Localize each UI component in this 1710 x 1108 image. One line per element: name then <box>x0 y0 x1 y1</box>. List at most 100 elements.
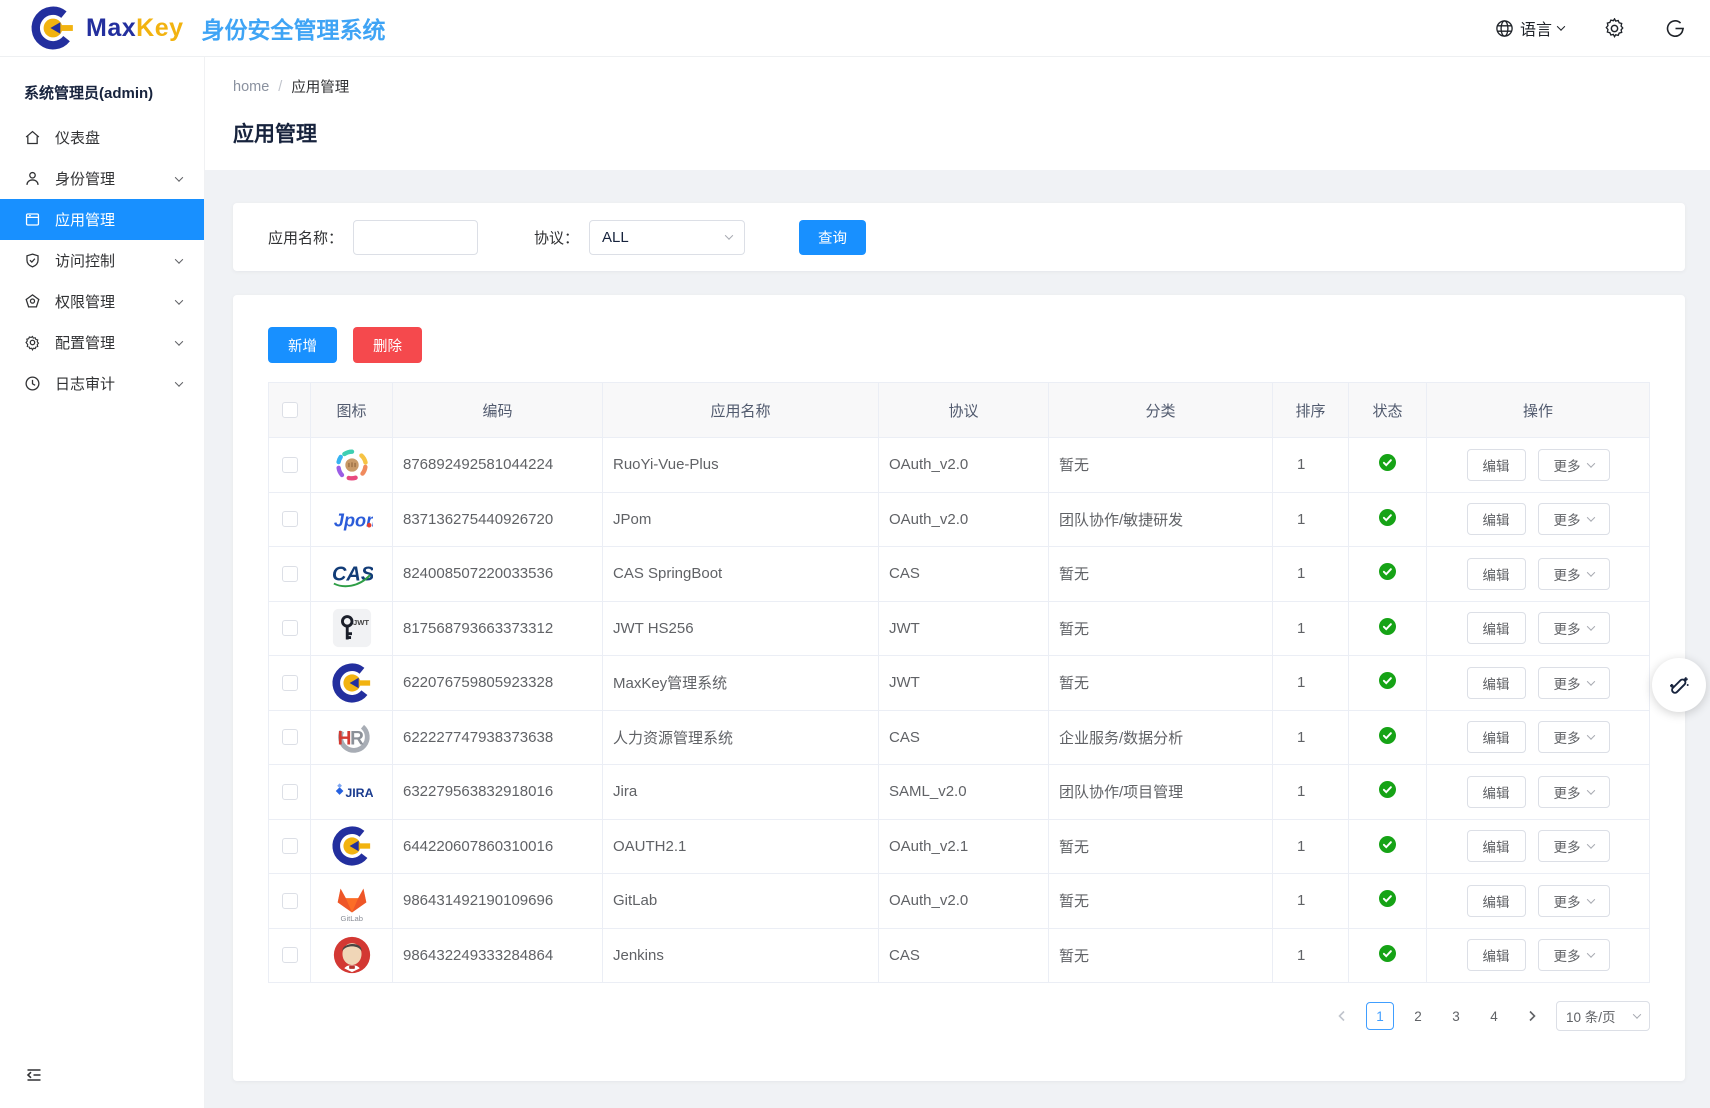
table-header: 图标编码应用名称协议分类排序状态操作 <box>269 383 1649 438</box>
sidebar-item-user[interactable]: 身份管理 <box>0 158 204 199</box>
app-icon-jira: JIRA <box>330 770 374 814</box>
app-category: 团队协作/项目管理 <box>1049 765 1273 819</box>
sidebar-item-badge[interactable]: 权限管理 <box>0 281 204 322</box>
app-code: 986431492190109696 <box>393 874 603 928</box>
page-button-2[interactable]: 2 <box>1404 1002 1432 1030</box>
status-enabled-icon <box>1379 454 1396 475</box>
more-button[interactable]: 更多 <box>1538 667 1610 699</box>
table-row: JIRA632279563832918016JiraSAML_v2.0团队协作/… <box>269 765 1649 820</box>
more-button[interactable]: 更多 <box>1538 939 1610 971</box>
app-name-input[interactable] <box>353 220 478 255</box>
edit-button[interactable]: 编辑 <box>1467 558 1526 590</box>
row-checkbox[interactable] <box>282 784 298 800</box>
row-checkbox[interactable] <box>282 620 298 636</box>
page-button-3[interactable]: 3 <box>1442 1002 1470 1030</box>
app-code: 824008507220033536 <box>393 547 603 601</box>
app-name: MaxKey管理系统 <box>603 656 879 710</box>
row-select-cell <box>269 438 311 492</box>
edit-button[interactable]: 编辑 <box>1467 885 1526 917</box>
app-icon-cell: Jpom <box>311 493 393 547</box>
select-all-checkbox[interactable] <box>282 402 298 418</box>
chevron-down-icon <box>1586 786 1594 794</box>
row-checkbox[interactable] <box>282 457 298 473</box>
settings-button[interactable] <box>1604 18 1625 39</box>
svg-text:JWT: JWT <box>352 618 368 627</box>
top-bar: MaxKey 身份安全管理系统 语言 <box>0 0 1710 57</box>
edit-button[interactable]: 编辑 <box>1467 667 1526 699</box>
magic-wand-button[interactable] <box>1652 658 1706 712</box>
app-code: 837136275440926720 <box>393 493 603 547</box>
row-actions: 编辑更多 <box>1427 820 1649 874</box>
edit-button[interactable]: 编辑 <box>1467 776 1526 808</box>
search-button[interactable]: 查询 <box>799 220 866 255</box>
row-select-cell <box>269 711 311 765</box>
app-sort: 1 <box>1273 820 1349 874</box>
main-area: home / 应用管理 应用管理 应用名称： 协议： ALL 查询 <box>205 57 1710 1108</box>
sidebar-item-gear[interactable]: 配置管理 <box>0 322 204 363</box>
app-code: 622227747938373638 <box>393 711 603 765</box>
edit-button[interactable]: 编辑 <box>1467 503 1526 535</box>
sidebar-item-home[interactable]: 仪表盘 <box>0 117 204 158</box>
edit-button[interactable]: 编辑 <box>1467 939 1526 971</box>
add-button[interactable]: 新增 <box>268 327 337 363</box>
app-category: 暂无 <box>1049 547 1273 601</box>
more-button[interactable]: 更多 <box>1538 612 1610 644</box>
pagination: 1234 10 条/页 <box>268 1001 1650 1031</box>
column-header: 排序 <box>1273 383 1349 437</box>
app-category: 暂无 <box>1049 656 1273 710</box>
edit-button[interactable]: 编辑 <box>1467 830 1526 862</box>
more-button[interactable]: 更多 <box>1538 721 1610 753</box>
protocol-label: 协议： <box>534 227 579 248</box>
svg-text:Jpom: Jpom <box>333 511 372 531</box>
row-checkbox[interactable] <box>282 947 298 963</box>
svg-text:CAS: CAS <box>331 563 372 585</box>
content: 应用名称： 协议： ALL 查询 新增 删除 <box>205 170 1710 1108</box>
page-size-select[interactable]: 10 条/页 <box>1556 1001 1650 1031</box>
status-cell <box>1349 820 1427 874</box>
app-code: 817568793663373312 <box>393 602 603 656</box>
status-enabled-icon <box>1379 945 1396 966</box>
prev-page-button[interactable] <box>1328 1002 1356 1030</box>
more-button[interactable]: 更多 <box>1538 449 1610 481</box>
next-page-button[interactable] <box>1518 1002 1546 1030</box>
sidebar-item-label: 应用管理 <box>55 209 182 230</box>
row-checkbox[interactable] <box>282 838 298 854</box>
table-row: Jpom837136275440926720JPomOAuth_v2.0团队协作… <box>269 493 1649 548</box>
column-header: 状态 <box>1349 383 1427 437</box>
language-menu[interactable]: 语言 <box>1495 16 1564 40</box>
row-checkbox[interactable] <box>282 729 298 745</box>
sidebar-item-shield[interactable]: 访问控制 <box>0 240 204 281</box>
breadcrumb-separator: / <box>278 79 282 95</box>
globe-icon <box>1495 19 1514 38</box>
breadcrumb-home-link[interactable]: home <box>233 79 269 95</box>
page-size-value: 10 条/页 <box>1566 1006 1616 1026</box>
sidebar-item-clock[interactable]: 日志审计 <box>0 363 204 404</box>
page-title: 应用管理 <box>233 118 1682 148</box>
row-checkbox[interactable] <box>282 566 298 582</box>
row-select-cell <box>269 547 311 601</box>
more-button[interactable]: 更多 <box>1538 776 1610 808</box>
more-button[interactable]: 更多 <box>1538 885 1610 917</box>
row-checkbox[interactable] <box>282 893 298 909</box>
delete-button[interactable]: 删除 <box>353 327 422 363</box>
sidebar-collapse-button[interactable] <box>24 1065 44 1090</box>
more-button[interactable]: 更多 <box>1538 503 1610 535</box>
edit-button[interactable]: 编辑 <box>1467 721 1526 753</box>
sidebar-item-app[interactable]: 应用管理 <box>0 199 204 240</box>
page-button-1[interactable]: 1 <box>1366 1002 1394 1030</box>
edit-button[interactable]: 编辑 <box>1467 612 1526 644</box>
status-enabled-icon <box>1379 509 1396 530</box>
home-icon <box>24 129 41 146</box>
more-button[interactable]: 更多 <box>1538 558 1610 590</box>
edit-button[interactable]: 编辑 <box>1467 449 1526 481</box>
row-select-cell <box>269 493 311 547</box>
protocol-select[interactable]: ALL <box>589 220 745 255</box>
logout-button[interactable] <box>1665 18 1686 39</box>
row-checkbox[interactable] <box>282 675 298 691</box>
row-checkbox[interactable] <box>282 511 298 527</box>
app-category: 暂无 <box>1049 820 1273 874</box>
topbar-actions: 语言 <box>1495 16 1686 40</box>
page-button-4[interactable]: 4 <box>1480 1002 1508 1030</box>
status-enabled-icon <box>1379 618 1396 639</box>
more-button[interactable]: 更多 <box>1538 830 1610 862</box>
